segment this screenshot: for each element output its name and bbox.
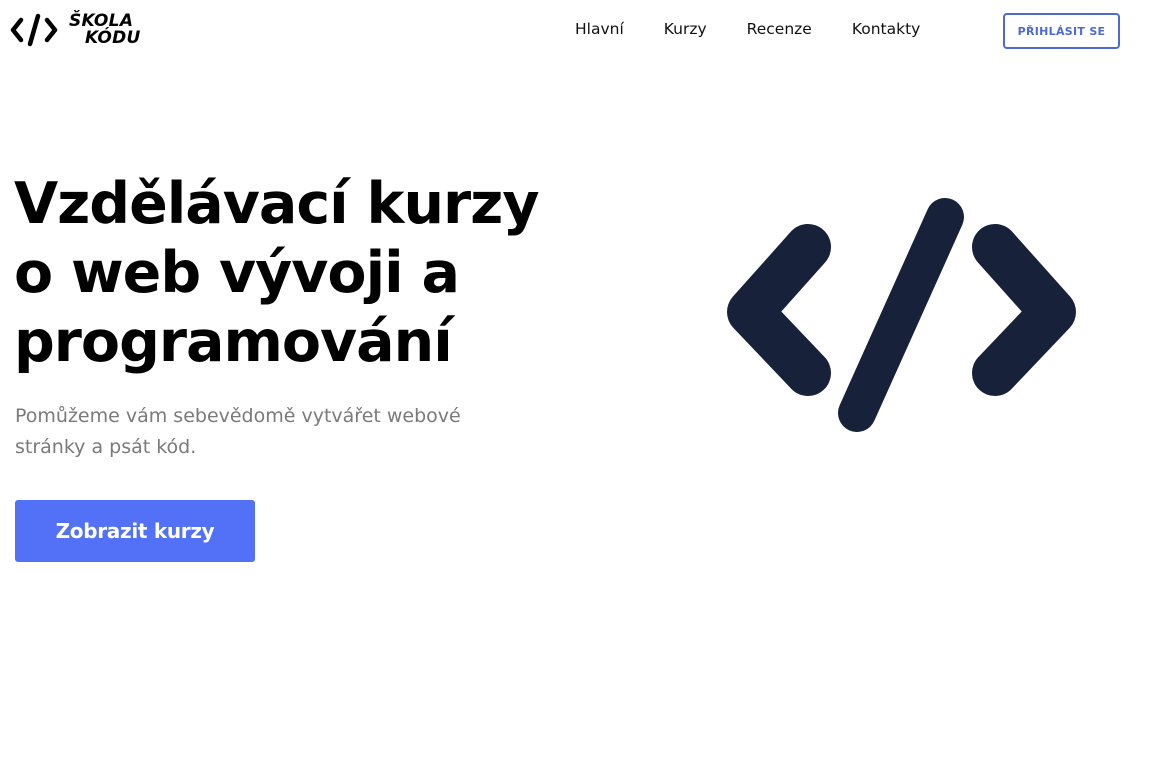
logo-text: ŠKOLA KÓDU [69,13,141,47]
hero-subtitle: Pomůžeme vám sebevědomě vytvářet webové … [15,405,461,458]
code-brackets-icon [10,13,58,47]
main-nav: Hlavní Kurzy Recenze Kontakty [575,19,960,39]
login-button[interactable]: PŘIHLÁSIT SE [1003,13,1120,49]
logo[interactable]: ŠKOLA KÓDU [10,12,141,48]
code-brackets-icon [727,198,1076,432]
nav-item-hlavni[interactable]: Hlavní [575,19,624,39]
hero-title-line-3: programování [14,309,453,375]
hero-title-line-1: Vzdělávací kurzy [14,171,539,237]
nav-item-recenze[interactable]: Recenze [747,19,812,39]
nav-item-kurzy[interactable]: Kurzy [664,19,707,39]
logo-line-2: KÓDU [85,28,141,48]
hero-title: Vzdělávací kurzy o web vývoji a programo… [14,170,574,377]
hero-title-line-2: o web vývoji a [14,240,460,306]
landing-page: ŠKOLA KÓDU Hlavní Kurzy Recenze Kontakty… [0,0,1159,783]
show-courses-button[interactable]: Zobrazit kurzy [15,500,255,562]
nav-item-kontakty[interactable]: Kontakty [852,19,921,39]
